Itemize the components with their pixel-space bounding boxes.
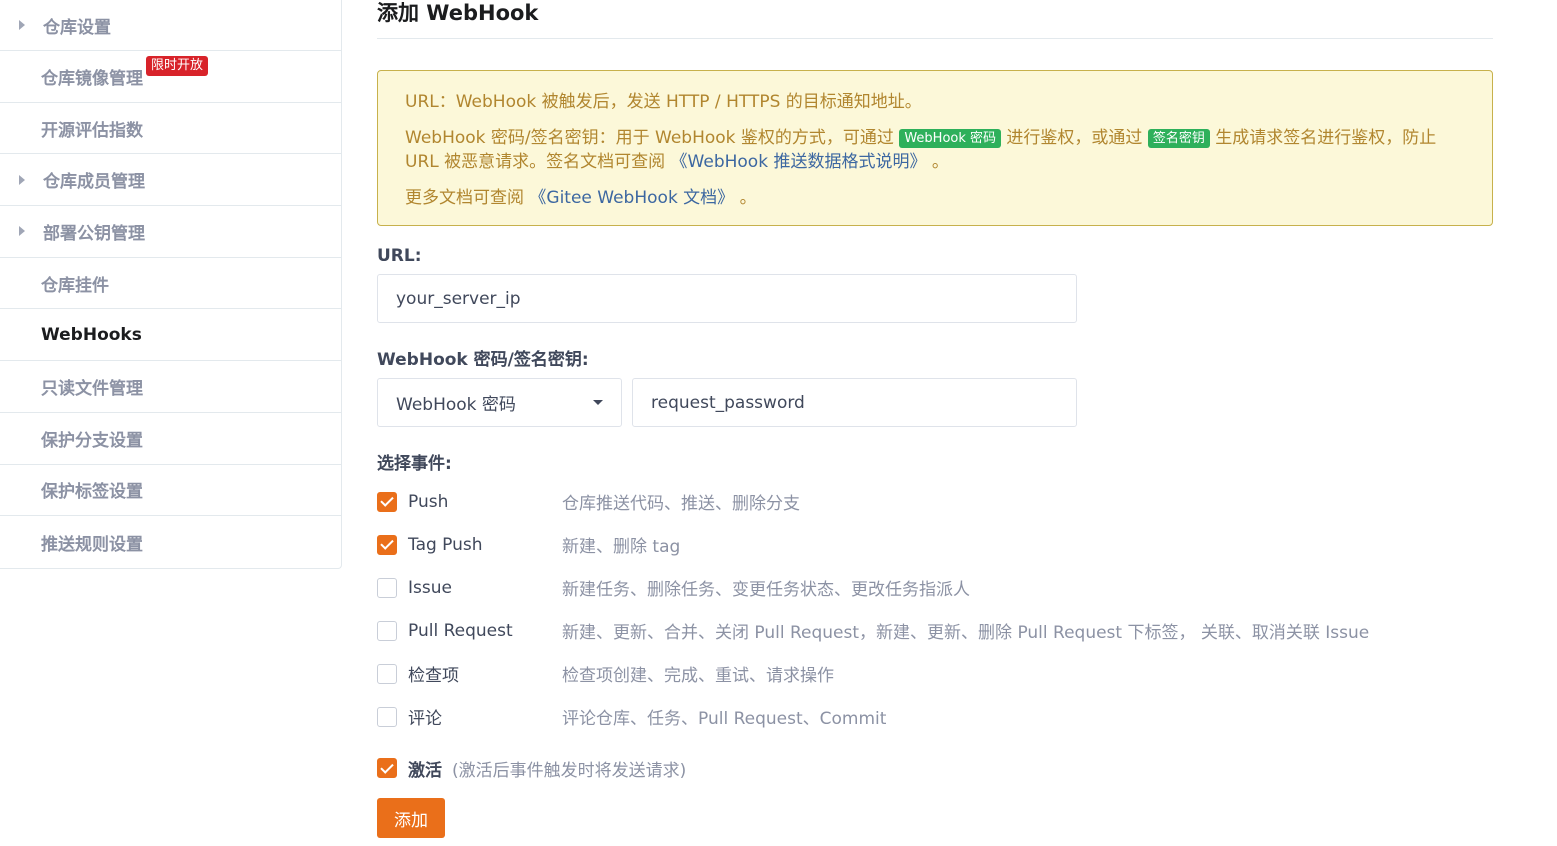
issue-checkbox[interactable] bbox=[377, 577, 397, 598]
url-label: URL: bbox=[377, 246, 422, 266]
secret-type-value: WebHook 密码 bbox=[396, 395, 516, 415]
notice-text: WebHook 密码/签名密钥：用于 WebHook 鉴权的方式，可通过 bbox=[405, 128, 900, 148]
sidebar-item-members[interactable]: 仓库成员管理 bbox=[0, 154, 341, 207]
event-comment: 评论 评论仓库、任务、Pull Request、Commit bbox=[377, 695, 1493, 738]
url-value: your_server_ip bbox=[396, 288, 521, 309]
secret-input[interactable]: request_password bbox=[632, 378, 1077, 427]
add-button[interactable]: 添加 bbox=[377, 798, 445, 838]
activate-row: 激活 (激活后事件触发时将发送请求) bbox=[377, 754, 1493, 782]
sidebar-item-label: 推送规则设置 bbox=[41, 534, 143, 555]
main-content: 添加 WebHook URL：WebHook 被触发后，发送 HTTP / HT… bbox=[377, 0, 1493, 838]
event-name: 检查项 bbox=[408, 666, 459, 686]
notice-url-line: URL：WebHook 被触发后，发送 HTTP / HTTPS 的目标通知地址… bbox=[405, 92, 922, 112]
notice-docs-line: 更多文档可查阅 《Gitee WebHook 文档》 。 bbox=[405, 186, 1465, 210]
event-name: 评论 bbox=[408, 709, 442, 729]
sidebar-item-widgets[interactable]: 仓库挂件 bbox=[0, 258, 341, 310]
event-desc: 检查项创建、完成、重试、请求操作 bbox=[562, 666, 834, 686]
notice-text: 进行鉴权，或通过 bbox=[1001, 128, 1148, 148]
sidebar-item-label: 仓库挂件 bbox=[41, 275, 109, 296]
event-desc: 新建任务、删除任务、变更任务状态、更改任务指派人 bbox=[562, 580, 970, 600]
sidebar: 仓库设置 仓库镜像管理 限时开放 开源评估指数 仓库成员管理 部署公钥管理 仓库… bbox=[0, 0, 342, 569]
password-tag: WebHook 密码 bbox=[899, 129, 1002, 148]
activate-checkbox[interactable] bbox=[377, 758, 397, 778]
events-list: Push 仓库推送代码、推送、删除分支 Tag Push 新建、删除 tag I… bbox=[377, 480, 1493, 738]
event-name: Push bbox=[408, 491, 449, 512]
sidebar-item-protected-tags[interactable]: 保护标签设置 bbox=[0, 465, 341, 517]
event-push: Push 仓库推送代码、推送、删除分支 bbox=[377, 480, 1493, 523]
sidebar-item-label: 开源评估指数 bbox=[41, 120, 143, 141]
secret-row: WebHook 密码 request_password bbox=[377, 378, 1493, 427]
event-desc: 仓库推送代码、推送、删除分支 bbox=[562, 494, 800, 514]
notice-text: 。 bbox=[926, 152, 949, 172]
sidebar-item-readonly-files[interactable]: 只读文件管理 bbox=[0, 361, 341, 413]
notice-text: 。 bbox=[734, 188, 757, 208]
event-check: 检查项 检查项创建、完成、重试、请求操作 bbox=[377, 652, 1493, 695]
limited-badge: 限时开放 bbox=[146, 56, 209, 76]
sidebar-item-repo-settings[interactable]: 仓库设置 bbox=[0, 0, 341, 51]
sidebar-item-label: 仓库镜像管理 bbox=[41, 68, 143, 89]
event-name: Tag Push bbox=[408, 534, 483, 555]
secret-type-select[interactable]: WebHook 密码 bbox=[377, 378, 622, 427]
sidebar-item-mirror[interactable]: 仓库镜像管理 限时开放 bbox=[0, 51, 341, 103]
gitee-docs-link[interactable]: 《Gitee WebHook 文档》 bbox=[529, 188, 734, 208]
event-pull-request: Pull Request 新建、更新、合并、关闭 Pull Request，新建… bbox=[377, 609, 1493, 652]
sidebar-item-label: 仓库设置 bbox=[43, 17, 111, 38]
secret-value: request_password bbox=[651, 392, 805, 413]
sidebar-item-label: 部署公钥管理 bbox=[43, 223, 145, 244]
sidebar-item-webhooks[interactable]: WebHooks bbox=[0, 309, 341, 362]
event-name: Issue bbox=[408, 577, 452, 598]
event-tag-push: Tag Push 新建、删除 tag bbox=[377, 523, 1493, 566]
sidebar-item-push-rules[interactable]: 推送规则设置 bbox=[0, 516, 341, 568]
event-issue: Issue 新建任务、删除任务、变更任务状态、更改任务指派人 bbox=[377, 566, 1493, 609]
event-desc: 评论仓库、任务、Pull Request、Commit bbox=[562, 709, 887, 729]
page-title: 添加 WebHook bbox=[377, 0, 1493, 39]
caret-right-icon bbox=[19, 226, 25, 237]
activate-hint: (激活后事件触发时将发送请求) bbox=[452, 760, 687, 781]
event-desc: 新建、删除 tag bbox=[562, 537, 681, 557]
activate-label: 激活 bbox=[408, 760, 442, 781]
tag-push-checkbox[interactable] bbox=[377, 534, 397, 555]
sidebar-item-protected-branches[interactable]: 保护分支设置 bbox=[0, 413, 341, 465]
secret-label: WebHook 密码/签名密钥: bbox=[377, 350, 589, 370]
secret-tag: 签名密钥 bbox=[1147, 129, 1210, 148]
sidebar-item-label: WebHooks bbox=[41, 324, 142, 345]
notice-secret-line: WebHook 密码/签名密钥：用于 WebHook 鉴权的方式，可通过 Web… bbox=[405, 126, 1465, 174]
sidebar-item-oss-index[interactable]: 开源评估指数 bbox=[0, 103, 341, 155]
sidebar-item-label: 保护分支设置 bbox=[41, 430, 143, 451]
sidebar-item-label: 保护标签设置 bbox=[41, 482, 143, 503]
push-checkbox[interactable] bbox=[377, 491, 397, 512]
format-doc-link[interactable]: 《WebHook 推送数据格式说明》 bbox=[671, 152, 927, 172]
comment-checkbox[interactable] bbox=[377, 706, 397, 727]
event-desc: 新建、更新、合并、关闭 Pull Request，新建、更新、删除 Pull R… bbox=[562, 623, 1370, 643]
sidebar-item-deploy-keys[interactable]: 部署公钥管理 bbox=[0, 206, 341, 258]
caret-down-icon bbox=[593, 400, 603, 405]
events-label: 选择事件: bbox=[377, 454, 452, 474]
event-name: Pull Request bbox=[408, 620, 513, 641]
url-input[interactable]: your_server_ip bbox=[377, 274, 1077, 323]
info-notice: URL：WebHook 被触发后，发送 HTTP / HTTPS 的目标通知地址… bbox=[377, 70, 1493, 226]
caret-right-icon bbox=[19, 174, 25, 185]
sidebar-item-label: 仓库成员管理 bbox=[43, 172, 145, 193]
check-checkbox[interactable] bbox=[377, 663, 397, 684]
sidebar-item-label: 只读文件管理 bbox=[41, 378, 143, 399]
pull-request-checkbox[interactable] bbox=[377, 620, 397, 641]
caret-right-icon bbox=[19, 20, 25, 30]
notice-text: 更多文档可查阅 bbox=[405, 188, 530, 208]
